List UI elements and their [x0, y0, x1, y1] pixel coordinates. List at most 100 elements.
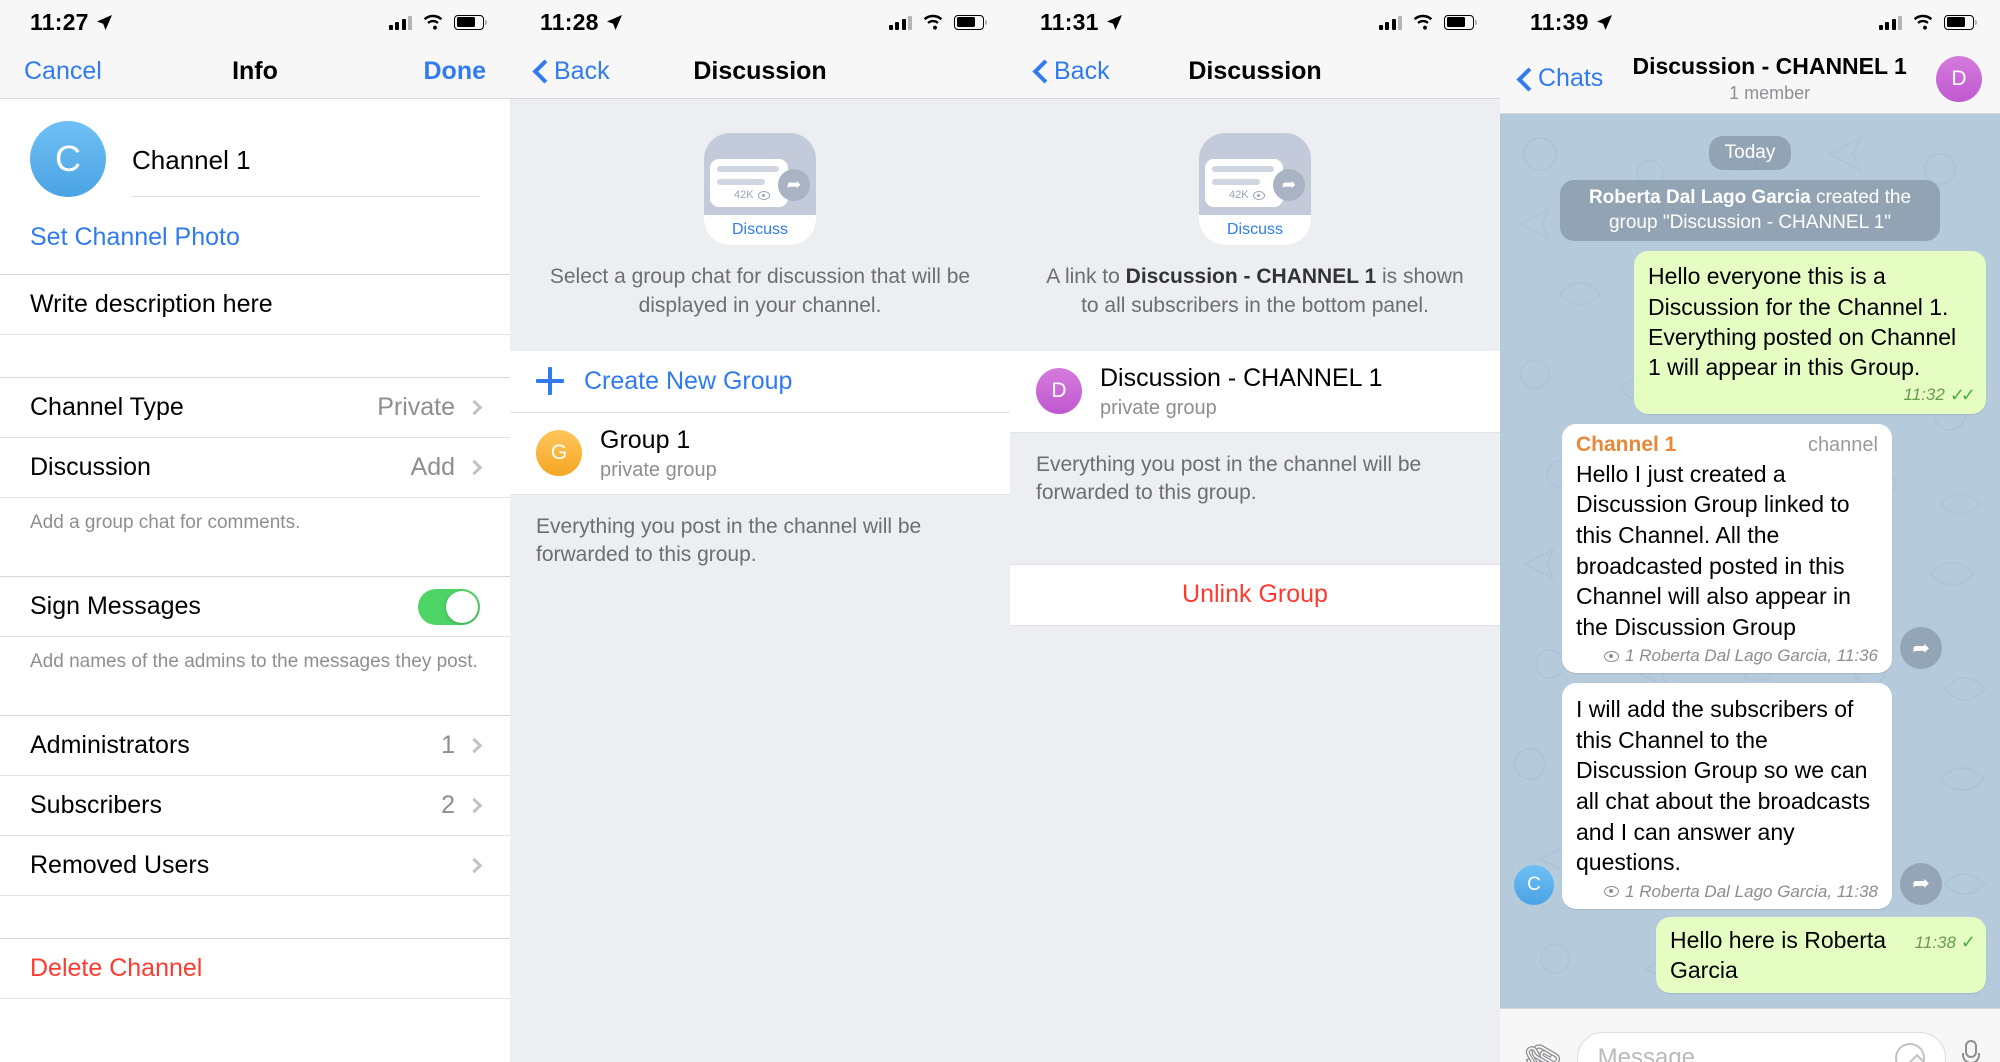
chat-message-list[interactable]: Today Roberta Dal Lago Garcia created th… — [1500, 114, 2000, 1008]
hero-section: 42K ➦ Discuss Select a group chat for di… — [510, 99, 1010, 351]
sign-messages-toggle[interactable] — [418, 588, 480, 625]
message-row-forwarded: C I will add the subscribers of this Cha… — [1514, 683, 1986, 909]
panel-discussion-linked: 11:31 Back Discussion 42K ➦ Discuss A li… — [1010, 0, 1500, 1062]
share-button[interactable]: ➦ — [1900, 862, 1942, 905]
row-discussion[interactable]: Discussion Add — [0, 438, 510, 498]
done-button[interactable]: Done — [424, 57, 487, 86]
avatar[interactable]: C — [30, 121, 106, 197]
message-input-placeholder: Message — [1597, 1043, 1696, 1062]
chat-scroll: Today Roberta Dal Lago Garcia created th… — [1514, 136, 1986, 1004]
group-subtitle: private group — [600, 458, 717, 481]
attachment-paperclip-icon[interactable]: 🖇 — [1513, 1030, 1569, 1062]
cancel-button[interactable]: Cancel — [24, 57, 102, 86]
service-message-author: Roberta Dal Lago Garcia — [1588, 187, 1811, 208]
status-bar: 11:28 — [510, 0, 1010, 44]
cellular-signal-icon — [1378, 15, 1402, 30]
chevron-right-icon — [466, 399, 483, 416]
row-right: 1 — [441, 731, 483, 760]
row-sign-messages[interactable]: Sign Messages — [0, 577, 510, 637]
nav-bar-info: Cancel Info Done — [0, 44, 510, 99]
message-meta: 11:32 ✓✓ — [1648, 385, 1976, 406]
message-text: Hello here is Roberta Garcia — [1670, 926, 1887, 984]
nav-bar-discussion: Back Discussion — [1010, 44, 1500, 99]
message-bubble-incoming[interactable]: I will add the subscribers of this Chann… — [1562, 683, 1892, 909]
channel-name-input[interactable]: Channel 1 — [132, 145, 480, 197]
description-field[interactable]: Write description here — [0, 275, 510, 335]
avatar: D — [1036, 368, 1082, 415]
service-message: Roberta Dal Lago Garcia created the grou… — [1560, 180, 1940, 242]
unlink-group-label: Unlink Group — [1182, 580, 1328, 609]
nav-bar-discussion: Back Discussion — [510, 44, 1010, 99]
channel-avatar-row: C Channel 1 — [0, 99, 510, 197]
status-indicators — [888, 14, 988, 30]
forward-source-name[interactable]: Channel 1 — [1576, 433, 1676, 457]
back-button[interactable]: Back — [1034, 57, 1110, 86]
row-value: 1 — [441, 731, 455, 759]
message-bubble-outgoing[interactable]: Hello everyone this is a Discussion for … — [1634, 251, 1986, 414]
share-button[interactable]: ➦ — [1900, 627, 1942, 670]
message-views-and-time: 1 Roberta Dal Lago Garcia, 11:36 — [1625, 646, 1878, 666]
group-subtitle: private group — [1100, 396, 1217, 419]
chat-title: Discussion - CHANNEL 1 — [1632, 53, 1907, 79]
row-value: 2 — [441, 791, 455, 819]
delete-channel-button[interactable]: Delete Channel — [0, 939, 510, 999]
info-body: C Channel 1 Set Channel Photo Write desc… — [0, 99, 510, 1062]
unlink-group-button[interactable]: Unlink Group — [1010, 563, 1500, 626]
avatar[interactable]: C — [1514, 864, 1554, 905]
row-administrators[interactable]: Administrators 1 — [0, 716, 510, 776]
status-indicators — [1878, 14, 1978, 30]
row-label: Channel Type — [30, 393, 184, 421]
message-views-and-time: 1 Roberta Dal Lago Garcia, 11:38 — [1625, 881, 1878, 901]
back-button[interactable]: Back — [534, 57, 610, 86]
row-right: 2 — [441, 791, 483, 820]
cellular-signal-icon — [388, 15, 412, 30]
filler — [1010, 625, 1500, 1062]
status-time-wrap: 11:31 — [1040, 9, 1123, 36]
art-discuss-caption: Discuss — [1199, 215, 1311, 245]
chat-member-count: 1 member — [1729, 83, 1811, 103]
row-value: Add — [410, 453, 455, 481]
art-view-count: 42K — [1229, 189, 1265, 201]
art-view-count: 42K — [734, 189, 770, 201]
message-time: 11:32 — [1903, 385, 1945, 405]
message-bubble-outgoing[interactable]: Hello here is Roberta Garcia 11:38 ✓ — [1656, 916, 1986, 994]
wifi-icon — [923, 14, 943, 30]
row-channel-type[interactable]: Channel Type Private — [0, 378, 510, 438]
group-title: Discussion - CHANNEL 1 — [1100, 363, 1383, 392]
create-new-group-button[interactable]: Create New Group — [510, 350, 1010, 413]
message-meta: 1 Roberta Dal Lago Garcia, 11:36 — [1576, 646, 1878, 666]
microphone-icon[interactable] — [1962, 1039, 1980, 1062]
message-input[interactable]: Message — [1576, 1031, 1946, 1062]
back-to-chats-button[interactable]: Chats — [1518, 64, 1603, 93]
toggle-knob — [446, 590, 478, 623]
status-time-wrap: 11:27 — [30, 9, 113, 36]
discuss-illustration-icon: 42K ➦ Discuss — [704, 133, 816, 245]
chat-header-title-wrap[interactable]: Discussion - CHANNEL 1 1 member — [1613, 53, 1926, 104]
row-label: Sign Messages — [30, 592, 201, 620]
set-channel-photo-button[interactable]: Set Channel Photo — [0, 197, 510, 274]
status-time: 11:31 — [1040, 8, 1099, 35]
back-button-label: Back — [1054, 56, 1110, 85]
sticker-icon[interactable] — [1895, 1042, 1925, 1062]
list-item-linked-group[interactable]: D Discussion - CHANNEL 1 private group — [1010, 350, 1500, 433]
row-subscribers[interactable]: Subscribers 2 — [0, 776, 510, 836]
message-text: Hello I just created a Discussion Group … — [1576, 460, 1851, 640]
eye-icon — [1604, 886, 1620, 898]
cellular-signal-icon — [1878, 15, 1902, 30]
forward-note: Everything you post in the channel will … — [1010, 432, 1500, 530]
row-label: Administrators — [30, 731, 190, 759]
chevron-right-icon — [466, 737, 483, 754]
row-label: Subscribers — [30, 791, 162, 819]
share-arrow-icon: ➦ — [1273, 169, 1305, 201]
row-removed-users[interactable]: Removed Users — [0, 836, 510, 896]
list-item-group[interactable]: G Group 1 private group — [510, 412, 1010, 495]
art-line — [1212, 166, 1274, 172]
status-time-wrap: 11:28 — [540, 9, 623, 36]
create-new-group-label: Create New Group — [584, 366, 793, 395]
message-bubble-incoming[interactable]: Channel 1 channel Hello I just created a… — [1562, 423, 1892, 674]
art-view-number: 42K — [734, 189, 754, 201]
avatar[interactable]: D — [1936, 55, 1982, 102]
wifi-icon — [423, 14, 443, 30]
forward-header: Channel 1 channel — [1576, 433, 1878, 457]
